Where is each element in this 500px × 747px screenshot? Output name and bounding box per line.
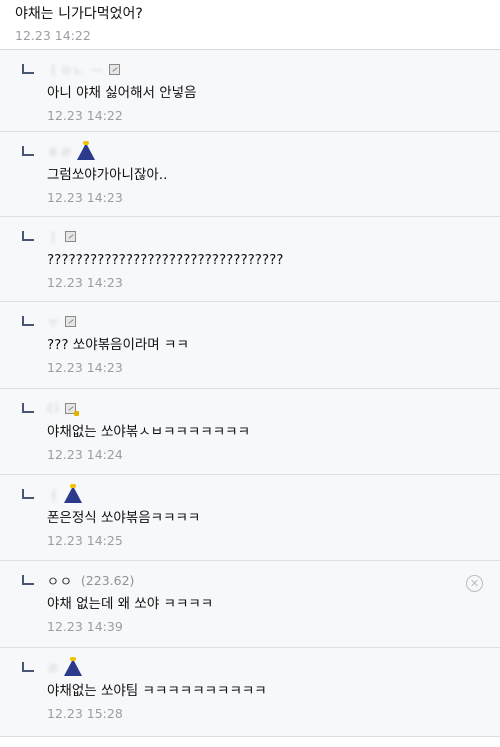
reply-item: ㄹ 야채없는 쏘야팀 ㅋㅋㅋㅋㅋㅋㅋㅋㅋㅋ 12.23 15:28 (0, 648, 500, 737)
reply-arrow-icon (22, 316, 34, 326)
reply-timestamp: 12.23 14:24 (47, 447, 123, 462)
reply-nickname[interactable]: ㅇㅇ (47, 571, 73, 590)
reply-item: ㅇㅇ (223.62) 야채 없는데 왜 쏘야 ㅋㅋㅋㅋ 12.23 14:39 ✕ (0, 561, 500, 648)
reply-meta: ㅇㅇ (223.62) (47, 561, 500, 591)
reply-item: ci 야채없는 쏘야볶ㅅㅂㅋㅋㅋㅋㅋㅋㅋ 12.23 14:24 (0, 389, 500, 475)
reply-list: ㅣㅇㄴ ㅡ 아니 야채 싫어해서 안넣음 12.23 14:22 ㅎㄹ 그럼쏘야가아니잖… (0, 50, 500, 737)
reply-timestamp: 12.23 14:39 (47, 619, 123, 634)
reply-timestamp: 12.23 14:22 (47, 108, 123, 123)
gallog-icon[interactable] (64, 315, 76, 327)
reply-timestamp: 12.23 14:23 (47, 360, 123, 375)
reply-text: ????????????????????????????????? (47, 252, 284, 268)
reply-nickname[interactable]: ㅣ (47, 227, 60, 246)
reply-timestamp: 12.23 15:28 (47, 706, 123, 721)
reply-text: 야채 없는데 왜 쏘야 ㅋㅋㅋㅋ (47, 596, 214, 612)
reply-meta: ㅓ (47, 475, 500, 505)
manager-badge-icon (63, 483, 82, 503)
gallog-icon[interactable] (64, 230, 76, 242)
reply-nickname[interactable]: ㅣㅇㄴ ㅡ (47, 60, 104, 79)
reply-text: 야채없는 쏘야팀 ㅋㅋㅋㅋㅋㅋㅋㅋㅋㅋ (47, 683, 267, 699)
reply-timestamp: 12.23 14:23 (47, 275, 123, 290)
post-text: 야채는 니가다먹었어? (15, 6, 143, 22)
reply-item: ㅜ ??? 쏘야볶음이라며 ㅋㅋ 12.23 14:23 (0, 302, 500, 389)
reply-arrow-icon (22, 575, 34, 585)
gallog-lock-icon[interactable] (64, 402, 79, 416)
reply-text: 그럼쏘야가아니잖아.. (47, 167, 168, 183)
reply-arrow-icon (22, 231, 34, 241)
reply-text: 아니 야채 싫어해서 안넣음 (47, 85, 197, 101)
reply-nickname[interactable]: ci (47, 401, 60, 416)
reply-item: ㅎㄹ 그럼쏘야가아니잖아.. 12.23 14:23 (0, 132, 500, 217)
reply-meta: ㅣ (47, 217, 500, 247)
reply-arrow-icon (22, 403, 34, 413)
reply-text: 야채없는 쏘야볶ㅅㅂㅋㅋㅋㅋㅋㅋㅋ (47, 424, 251, 440)
reply-timestamp: 12.23 14:25 (47, 533, 123, 548)
reply-item: ㅣ????????????????????????????????? 12.23 … (0, 217, 500, 302)
reply-meta: ㅜ (47, 302, 500, 332)
reply-arrow-icon (22, 146, 34, 156)
reply-arrow-icon (22, 489, 34, 499)
reply-meta: ㅣㅇㄴ ㅡ (47, 50, 500, 80)
reply-timestamp: 12.23 14:23 (47, 190, 123, 205)
reply-nickname[interactable]: ㅜ (47, 312, 60, 331)
reply-meta: ㅎㄹ (47, 132, 500, 162)
gallog-icon[interactable] (108, 63, 120, 75)
reply-arrow-icon (22, 64, 34, 74)
reply-meta: ㄹ (47, 648, 500, 678)
delete-reply-button[interactable]: ✕ (466, 575, 483, 592)
reply-arrow-icon (22, 662, 34, 672)
reply-item: ㅓ 폰은정식 쏘야볶음ㅋㅋㅋㅋ 12.23 14:25 (0, 475, 500, 561)
manager-badge-icon (63, 656, 82, 676)
reply-meta: ci (47, 389, 500, 419)
reply-nickname[interactable]: ㅎㄹ (47, 142, 73, 161)
comment-post: 야채는 니가다먹었어? 12.23 14:22 (0, 0, 500, 50)
reply-nickname[interactable]: ㄹ (47, 658, 60, 677)
reply-text: 폰은정식 쏘야볶음ㅋㅋㅋㅋ (47, 510, 201, 526)
post-timestamp: 12.23 14:22 (15, 28, 91, 43)
reply-ip: (223.62) (80, 572, 135, 588)
reply-nickname[interactable]: ㅓ (47, 485, 60, 504)
reply-item: ㅣㅇㄴ ㅡ 아니 야채 싫어해서 안넣음 12.23 14:22 (0, 50, 500, 132)
reply-text: ??? 쏘야볶음이라며 ㅋㅋ (47, 337, 189, 353)
manager-badge-icon (76, 140, 95, 160)
